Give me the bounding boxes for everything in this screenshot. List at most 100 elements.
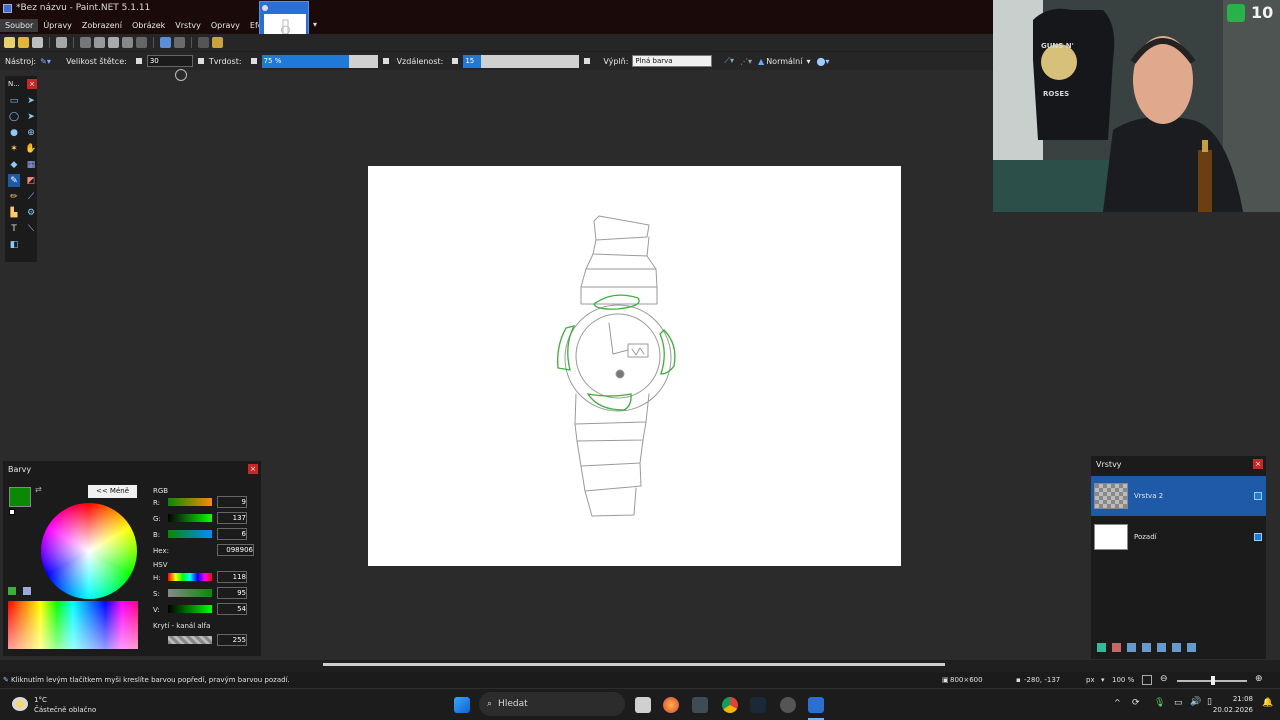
steam-icon[interactable]: [750, 697, 766, 713]
clock-time[interactable]: 21:08: [1225, 695, 1253, 703]
text-tool-icon[interactable]: T: [8, 222, 20, 235]
blend-mode-dropdown[interactable]: Normální: [766, 57, 802, 66]
redo-icon[interactable]: [174, 37, 185, 48]
paste-icon[interactable]: [108, 37, 119, 48]
alpha-input[interactable]: 255: [217, 634, 247, 646]
hardness-slider[interactable]: 75 %: [261, 54, 378, 68]
layer-row-pozadi[interactable]: Pozadí: [1091, 517, 1266, 557]
clone-stamp-tool-icon[interactable]: ▙: [8, 206, 20, 219]
move-layer-up-icon[interactable]: [1157, 643, 1166, 652]
g-slider[interactable]: [168, 514, 212, 522]
spacing-decrease-button[interactable]: [452, 58, 459, 64]
recolor-tool-icon[interactable]: ⚙: [25, 206, 37, 219]
color-wheel[interactable]: [41, 503, 137, 599]
paintnet-taskbar-icon[interactable]: [808, 697, 824, 713]
brush-size-increase-button[interactable]: [197, 58, 204, 64]
start-menu-icon[interactable]: [454, 697, 470, 713]
tools-panel-close-button[interactable]: ×: [27, 79, 37, 89]
notifications-icon[interactable]: 🔔: [1262, 698, 1273, 708]
crop-icon[interactable]: [122, 37, 133, 48]
color-palette[interactable]: [8, 601, 138, 649]
zoom-in-icon[interactable]: ⊕: [1255, 674, 1263, 684]
menu-opravy[interactable]: Opravy: [206, 19, 245, 32]
zoom-value[interactable]: 100 %: [1112, 676, 1134, 684]
pan-tool-icon[interactable]: ✋: [25, 142, 37, 155]
menu-obrazek[interactable]: Obrázek: [127, 19, 170, 32]
magic-wand-tool-icon[interactable]: ✶: [8, 142, 20, 155]
b-slider[interactable]: [168, 530, 212, 538]
taskbar-app-icon[interactable]: [692, 697, 708, 713]
color-picker-tool-icon[interactable]: ⟋: [25, 190, 37, 203]
s-input[interactable]: 95: [217, 587, 247, 599]
obs-icon[interactable]: [780, 697, 796, 713]
zoom-slider-thumb[interactable]: [1211, 676, 1215, 685]
h-input[interactable]: 118: [217, 571, 247, 583]
move-selected-tool-icon[interactable]: ➤: [25, 94, 37, 107]
print-icon[interactable]: [56, 37, 67, 48]
v-input[interactable]: 54: [217, 603, 247, 615]
hardness-increase-button[interactable]: [382, 58, 389, 64]
pencil-tool-icon[interactable]: ✏: [8, 190, 20, 203]
menu-soubor[interactable]: Soubor: [0, 18, 39, 32]
layer-visibility-checkbox[interactable]: [1254, 533, 1262, 541]
move-layer-down-icon[interactable]: [1172, 643, 1181, 652]
horizontal-scrollbar[interactable]: [323, 663, 945, 666]
delete-layer-icon[interactable]: [1112, 643, 1121, 652]
merge-layer-icon[interactable]: [1142, 643, 1151, 652]
new-file-icon[interactable]: [4, 37, 15, 48]
r-slider[interactable]: [168, 498, 212, 506]
paintbrush-tool-icon[interactable]: ✎▾: [40, 57, 56, 66]
reset-colors-icon[interactable]: [9, 509, 15, 515]
hardness-decrease-button[interactable]: [250, 58, 257, 64]
tray-expand-icon[interactable]: ^: [1114, 698, 1121, 707]
primary-color-swatch[interactable]: [9, 487, 31, 507]
colors-panel-close-button[interactable]: ×: [248, 464, 258, 474]
layer-row-vrstva-2[interactable]: Vrstva 2: [1091, 476, 1266, 516]
layer-visibility-checkbox[interactable]: [1254, 492, 1262, 500]
b-input[interactable]: 6: [217, 528, 247, 540]
task-view-icon[interactable]: [635, 697, 651, 713]
zoom-tool-icon[interactable]: ⊕: [25, 126, 37, 139]
taskbar-search[interactable]: ⌕ Hledat: [479, 692, 625, 716]
alpha-blending-icon[interactable]: ⋰▾: [740, 57, 752, 66]
brush-size-input[interactable]: 30: [146, 55, 193, 67]
drawing-canvas[interactable]: [368, 166, 901, 566]
h-slider[interactable]: [168, 573, 212, 581]
zoom-out-icon[interactable]: ⊖: [1160, 674, 1168, 684]
add-palette-color-icon[interactable]: [8, 587, 16, 595]
spacing-increase-button[interactable]: [584, 58, 591, 64]
unit-chevron-icon[interactable]: ▾: [1101, 676, 1105, 684]
paintbrush-tool-icon[interactable]: ✎: [8, 174, 20, 187]
hex-input[interactable]: 098906: [217, 544, 254, 556]
less-button[interactable]: << Méně: [88, 485, 137, 498]
duplicate-layer-icon[interactable]: [1127, 643, 1136, 652]
antialiasing-icon[interactable]: ⟋▾: [724, 56, 734, 66]
palette-menu-icon[interactable]: [23, 587, 31, 595]
selection-mode-icon[interactable]: ⬤▾: [816, 57, 829, 66]
layers-panel-close-button[interactable]: ×: [1253, 459, 1263, 469]
spacing-slider[interactable]: 15 %: [463, 54, 580, 78]
paint-bucket-tool-icon[interactable]: ◆: [8, 158, 20, 171]
brush-size-decrease-button[interactable]: [135, 58, 142, 64]
ellipse-select-tool-icon[interactable]: ●: [8, 126, 20, 139]
weather-icon[interactable]: [12, 697, 28, 711]
save-icon[interactable]: [32, 37, 43, 48]
sync-icon[interactable]: ⟳: [1132, 698, 1140, 708]
g-input[interactable]: 137: [217, 512, 247, 524]
undo-icon[interactable]: [160, 37, 171, 48]
swap-colors-icon[interactable]: ⇄: [35, 485, 42, 494]
tab-dropdown-icon[interactable]: ▾: [313, 20, 317, 29]
zoom-to-window-icon[interactable]: [1142, 675, 1152, 685]
eraser-tool-icon[interactable]: ◩: [25, 174, 37, 187]
r-input[interactable]: 9: [217, 496, 247, 508]
add-layer-icon[interactable]: [1097, 643, 1106, 652]
alpha-slider[interactable]: [168, 636, 212, 644]
deselect-icon[interactable]: [136, 37, 147, 48]
menu-vrstvy[interactable]: Vrstvy: [170, 19, 206, 32]
open-file-icon[interactable]: [18, 37, 29, 48]
shapes-tool-icon[interactable]: ◧: [8, 238, 20, 251]
firefox-icon[interactable]: [663, 697, 679, 713]
ruler-icon[interactable]: [212, 37, 223, 48]
volume-icon[interactable]: 🔊: [1190, 697, 1201, 707]
menu-upravy[interactable]: Úpravy: [38, 19, 77, 32]
